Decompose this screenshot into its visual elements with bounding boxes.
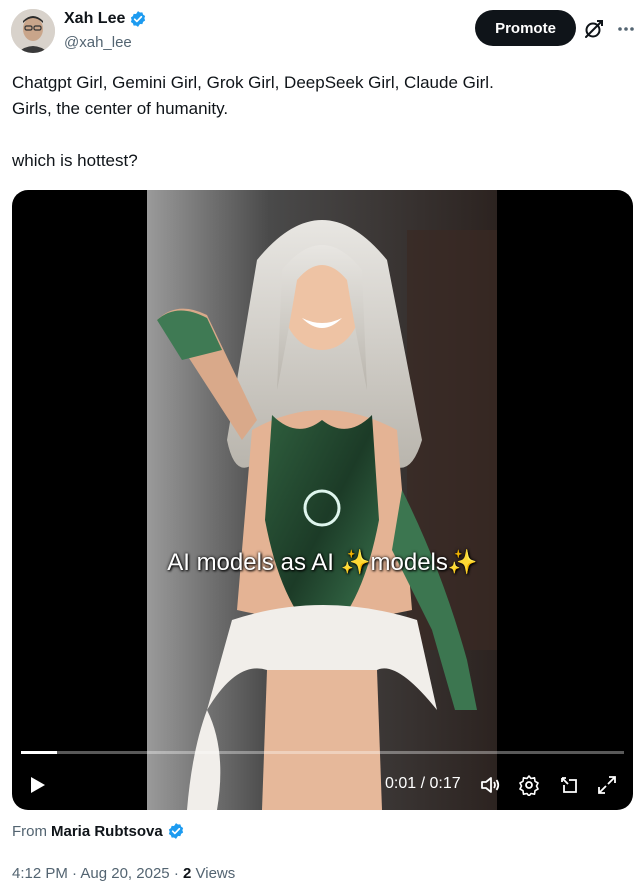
fullscreen-icon[interactable] bbox=[595, 773, 619, 797]
video-progress-fill bbox=[21, 751, 58, 754]
verified-badge-icon bbox=[131, 11, 146, 27]
video-current-time: 0:01 bbox=[385, 775, 417, 792]
settings-icon[interactable] bbox=[517, 773, 541, 797]
more-options-icon[interactable] bbox=[614, 17, 638, 41]
avatar[interactable] bbox=[11, 9, 55, 53]
video-time-separator: / bbox=[420, 775, 426, 792]
video-duration: 0:17 bbox=[429, 775, 461, 792]
play-icon[interactable] bbox=[25, 773, 49, 797]
tweet-date[interactable]: Aug 20, 2025 bbox=[80, 865, 169, 882]
avatar-image bbox=[11, 9, 55, 53]
promote-button[interactable]: Promote bbox=[475, 10, 576, 46]
author-display-name[interactable]: Xah Lee bbox=[64, 10, 125, 28]
meta-dot: · bbox=[173, 865, 179, 882]
source-author-name[interactable]: Maria Rubtsova bbox=[51, 823, 163, 840]
video-caption: AI models as AI ✨models✨ bbox=[167, 549, 478, 576]
volume-icon[interactable] bbox=[478, 773, 502, 797]
author-name-row[interactable]: Xah Lee bbox=[64, 10, 147, 28]
from-label: From bbox=[12, 822, 47, 840]
video-frame bbox=[147, 190, 497, 810]
tweet-line: which is hottest? bbox=[12, 151, 138, 170]
tweet-text: Chatgpt Girl, Gemini Girl, Grok Girl, De… bbox=[12, 70, 622, 174]
video-progress-bar[interactable] bbox=[21, 751, 624, 754]
tweet-time[interactable]: 4:12 PM bbox=[12, 865, 68, 882]
verified-badge-icon bbox=[168, 823, 183, 839]
video-time: 0:01 / 0:17 bbox=[385, 775, 461, 793]
views-label: Views bbox=[195, 865, 236, 882]
tweet-line: Chatgpt Girl, Gemini Girl, Grok Girl, De… bbox=[12, 73, 494, 92]
grok-icon[interactable] bbox=[582, 17, 606, 41]
author-handle[interactable]: @xah_lee bbox=[64, 34, 132, 51]
tweet-line: Girls, the center of humanity. bbox=[12, 99, 229, 118]
meta-dot: · bbox=[72, 865, 78, 882]
video-player[interactable]: AI models as AI ✨models✨ 0:01 / 0:17 bbox=[12, 190, 633, 810]
views-count: 2 bbox=[182, 865, 192, 882]
pip-icon[interactable] bbox=[557, 773, 581, 797]
tweet-meta: 4:12 PM · Aug 20, 2025 · 2 Views bbox=[12, 865, 235, 882]
video-source-row: From Maria Rubtsova bbox=[12, 822, 185, 840]
